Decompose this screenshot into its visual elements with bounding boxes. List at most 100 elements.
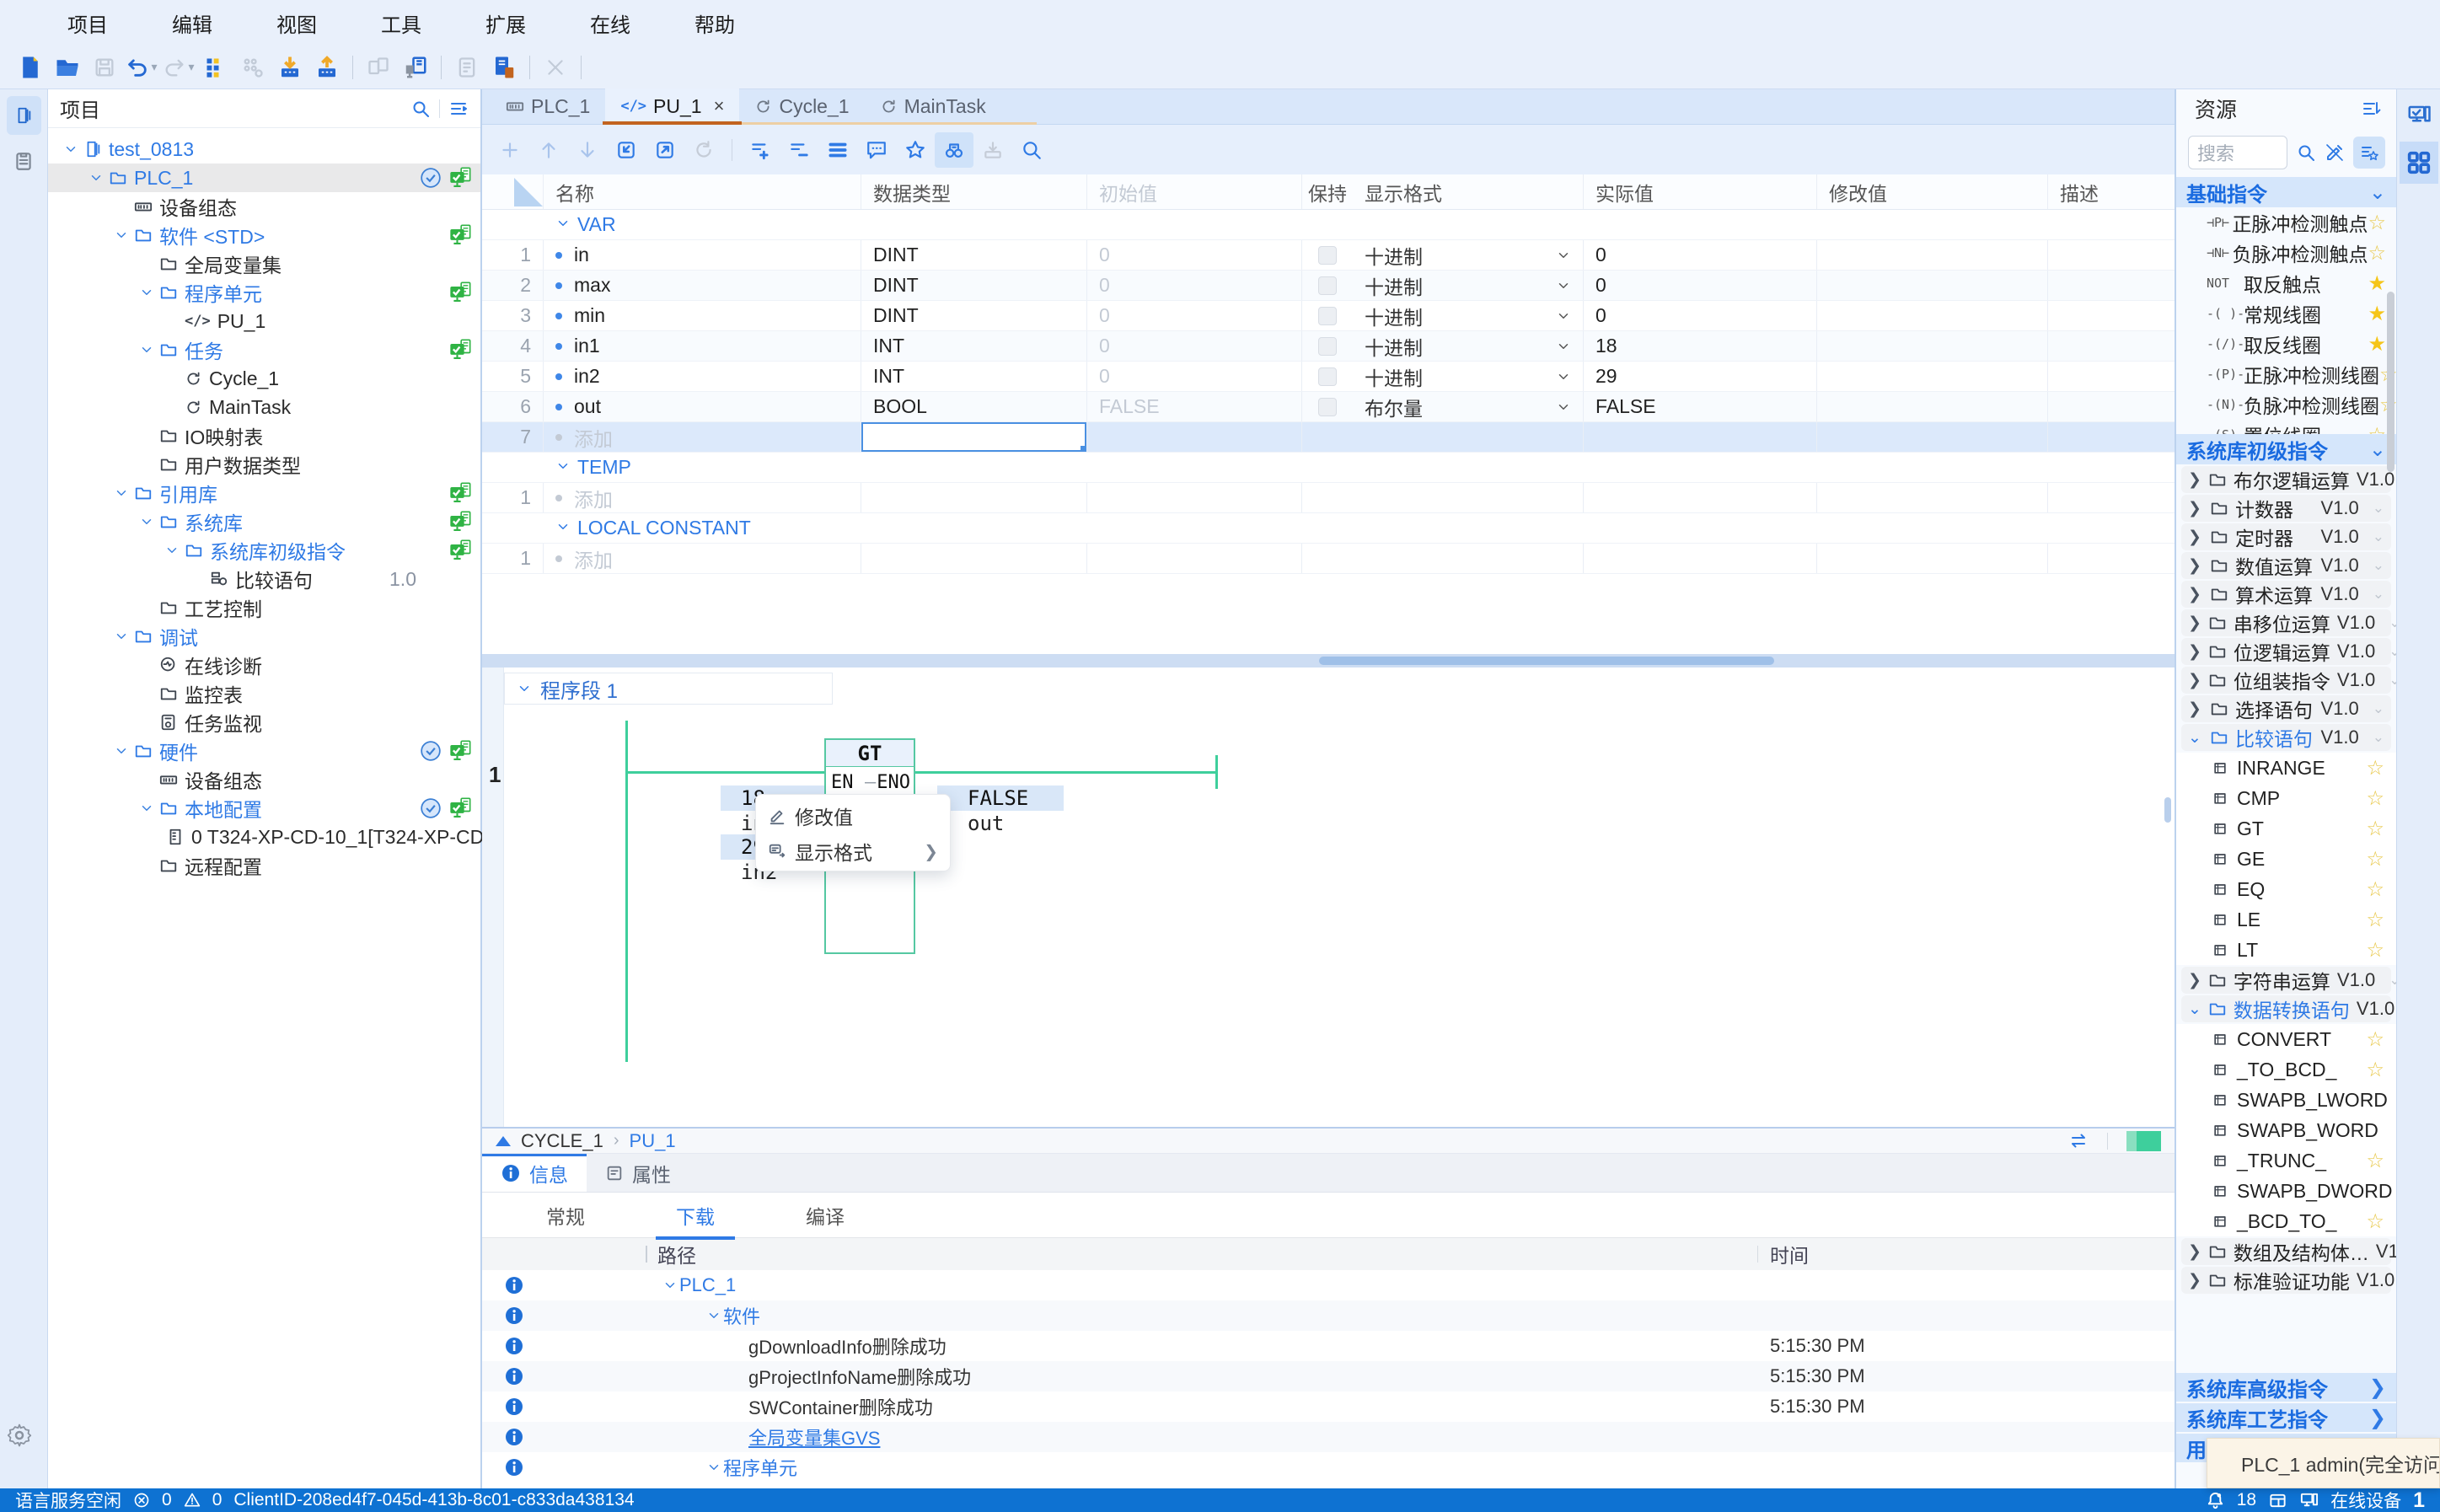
panel-toggle-icon[interactable] <box>2268 1491 2287 1510</box>
chevron-down-icon[interactable] <box>555 213 571 236</box>
initial-value[interactable]: FALSE <box>1099 395 1160 418</box>
open-folder-icon[interactable] <box>49 51 86 84</box>
favorite-star-icon[interactable]: ☆ <box>2366 1058 2384 1082</box>
favorite-star-icon[interactable]: ☆ <box>2366 1209 2384 1234</box>
resource-sort-icon[interactable] <box>2361 99 2381 119</box>
variable-row-in[interactable]: 1inDINT0十进制0 <box>482 240 2175 271</box>
modify-value-cell[interactable] <box>1817 301 2048 330</box>
initial-value[interactable]: 0 <box>1099 335 1110 357</box>
instruction-folder-5[interactable]: ❯串移位运算V1.0⌄ <box>2181 609 2391 636</box>
tree-item--[interactable]: 设备组态 <box>48 765 480 794</box>
section-2[interactable]: 系统库工艺指令❯ <box>2176 1403 2396 1432</box>
remove-row-icon[interactable] <box>780 132 818 168</box>
info-row[interactable]: PLC_1 <box>482 1270 2175 1300</box>
info-row[interactable]: gProjectInfoName删除成功5:15:30 PM <box>482 1361 2175 1391</box>
instruction-folder-9[interactable]: ⌄比较语句V1.0⌄ <box>2181 724 2391 751</box>
info-node-link[interactable]: 全局变量集GVS <box>748 1424 880 1450</box>
tree-item--[interactable]: 程序单元 <box>48 278 480 307</box>
favorite-star-icon[interactable]: ☆ <box>2368 211 2386 235</box>
star-icon[interactable] <box>896 132 935 168</box>
instruction-folder-26[interactable]: ❯数组及结构体…V1.0⌄ <box>2181 1238 2391 1265</box>
retain-checkbox[interactable] <box>1318 246 1337 265</box>
chevron-down-icon[interactable] <box>112 485 131 501</box>
instruction-folder-6[interactable]: ❯位逻辑运算V1.0⌄ <box>2181 638 2391 665</box>
instruction-ge[interactable]: GE☆ <box>2176 844 2396 874</box>
group-row-local-constant[interactable]: LOCAL CONSTANT <box>482 513 2175 544</box>
tree-item--[interactable]: 系统库初级指令 <box>48 536 480 565</box>
output-tab-properties[interactable]: 属性 <box>587 1154 689 1192</box>
instruction-_trunc_[interactable]: _TRUNC_☆ <box>2176 1145 2396 1176</box>
tree-item--[interactable]: 本地配置 <box>48 794 480 823</box>
add-row-icon[interactable] <box>741 132 780 168</box>
chevron-right-icon[interactable]: ❯ <box>2188 556 2203 576</box>
tree-item--[interactable]: 监控表 <box>48 679 480 708</box>
instruction-folder-2[interactable]: ❯定时器V1.0⌄ <box>2181 523 2391 550</box>
editor-tab-maintask[interactable]: MainTask <box>865 88 1001 124</box>
info-row[interactable]: SWContainer删除成功5:15:30 PM <box>482 1391 2175 1422</box>
tree-item-test_0813[interactable]: test_0813 <box>48 135 480 164</box>
operand-out-label[interactable]: out <box>968 811 1004 836</box>
info-node-link[interactable]: PLC_1 <box>679 1274 736 1296</box>
editor-tab-pu_1[interactable]: </>PU_1× <box>605 88 739 124</box>
tree-item--[interactable]: 系统库 <box>48 507 480 536</box>
tree-item-cycle_1[interactable]: Cycle_1 <box>48 364 480 393</box>
chevron-right-icon[interactable]: ❯ <box>2188 1271 2201 1290</box>
menu-item-2[interactable]: 编辑 <box>172 8 212 38</box>
instruction-folder-1[interactable]: ❯计数器V1.0⌄ <box>2181 495 2391 522</box>
chevron-down-icon[interactable] <box>112 743 131 759</box>
menu-item-display-format[interactable]: 显示格式❯ <box>756 834 950 869</box>
tree-item-io-[interactable]: IO映射表 <box>48 421 480 450</box>
instruction-folder-3[interactable]: ❯数值运算V1.0⌄ <box>2181 552 2391 579</box>
retain-checkbox[interactable] <box>1318 307 1337 325</box>
info-row[interactable]: gDownloadInfo删除成功5:15:30 PM <box>482 1331 2175 1361</box>
modify-value-cell[interactable] <box>1817 422 2048 452</box>
instruction-folder-8[interactable]: ❯选择语句V1.0⌄ <box>2181 695 2391 722</box>
favorite-star-icon[interactable]: ☆ <box>2366 847 2384 871</box>
undo-icon[interactable]: ▾ <box>123 51 160 84</box>
instruction-4[interactable]: -( )-常规线圈★ <box>2176 298 2396 329</box>
variable-row-max[interactable]: 2maxDINT0十进制0 <box>482 271 2175 301</box>
resource-search-input[interactable]: 搜索 <box>2188 136 2287 169</box>
description-cell[interactable] <box>2048 392 2175 421</box>
tree-item--[interactable]: 在线诊断 <box>48 651 480 679</box>
select-all-corner[interactable] <box>514 178 543 206</box>
tree-item--[interactable]: 设备组态 <box>48 192 480 221</box>
chevron-right-icon[interactable]: ❯ <box>2188 499 2203 518</box>
variable-row-in2[interactable]: 5in2INT0十进制29 <box>482 362 2175 392</box>
resource-scrollbar[interactable] <box>2387 292 2394 472</box>
save-icon[interactable] <box>86 51 123 84</box>
favorite-star-icon[interactable]: ☆ <box>2366 1027 2384 1052</box>
favorites-filter-icon[interactable] <box>2353 137 2385 169</box>
menu-item-5[interactable]: 扩展 <box>485 8 526 38</box>
network-header[interactable]: 程序段 1 <box>504 673 833 705</box>
search-icon[interactable] <box>2296 142 2316 163</box>
connect-device-icon[interactable] <box>397 51 434 84</box>
favorite-star-icon[interactable]: ☆ <box>2366 1149 2384 1173</box>
ladder-scrollbar[interactable] <box>2164 797 2171 823</box>
chevron-right-icon[interactable]: ❯ <box>2188 585 2203 604</box>
menu-item-4[interactable]: 工具 <box>381 8 421 38</box>
chevron-right-icon[interactable]: ❯ <box>2188 671 2201 690</box>
download-box-icon[interactable] <box>973 132 1012 168</box>
modify-value-cell[interactable] <box>1817 331 2048 361</box>
format-dropdown-icon[interactable] <box>1556 399 1571 415</box>
tree-item--[interactable]: 任务监视 <box>48 708 480 737</box>
operand-out-value[interactable]: FALSE <box>937 785 1064 811</box>
description-cell[interactable] <box>2048 362 2175 391</box>
group-row-temp[interactable]: TEMP <box>482 453 2175 483</box>
instruction-swapb_lword[interactable]: SWAPB_LWORD☆ <box>2176 1085 2396 1115</box>
splitter-thumb[interactable] <box>1319 657 1774 665</box>
instruction-1[interactable]: ⊣P⊢正脉冲检测触点☆ <box>2176 207 2396 238</box>
instruction-convert[interactable]: CONVERT☆ <box>2176 1024 2396 1054</box>
tree-item--[interactable]: 全局变量集 <box>48 249 480 278</box>
arrow-up-icon[interactable] <box>529 132 568 168</box>
project-search-icon[interactable] <box>410 99 431 119</box>
variable-row-min[interactable]: 3minDINT0十进制0 <box>482 301 2175 331</box>
group-row-var[interactable]: VAR <box>482 210 2175 240</box>
menu-item-1[interactable]: 项目 <box>67 8 108 38</box>
plus-icon[interactable] <box>491 132 529 168</box>
instruction-le[interactable]: LE☆ <box>2176 904 2396 935</box>
chevron-down-icon[interactable] <box>137 342 156 357</box>
initial-value[interactable]: 0 <box>1099 274 1110 297</box>
variable-row-add[interactable]: 1添加 <box>482 483 2175 513</box>
